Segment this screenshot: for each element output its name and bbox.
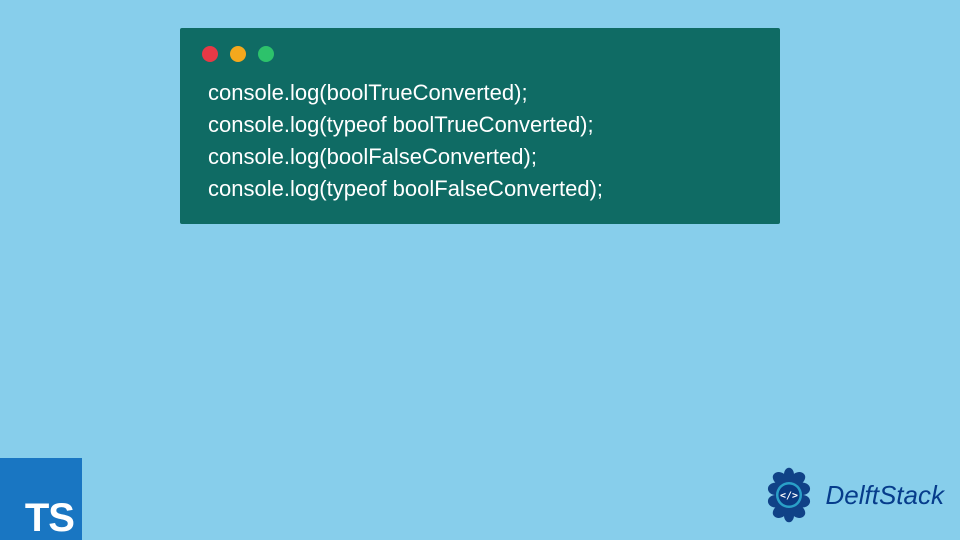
- code-window: console.log(boolTrueConverted); console.…: [180, 28, 780, 224]
- delftstack-logo-icon: </>: [758, 464, 820, 526]
- close-icon: [202, 46, 218, 62]
- typescript-badge: TS: [0, 458, 82, 540]
- code-glyph-icon: </>: [780, 491, 798, 502]
- brand-name: DelftStack: [826, 480, 945, 511]
- typescript-label: TS: [25, 498, 74, 538]
- code-line: console.log(boolFalseConverted);: [208, 144, 758, 170]
- delftstack-brand: </> DelftStack: [758, 464, 945, 526]
- code-line: console.log(typeof boolTrueConverted);: [208, 112, 758, 138]
- code-block: console.log(boolTrueConverted); console.…: [202, 80, 758, 202]
- minimize-icon: [230, 46, 246, 62]
- maximize-icon: [258, 46, 274, 62]
- traffic-lights: [202, 46, 758, 62]
- code-line: console.log(boolTrueConverted);: [208, 80, 758, 106]
- code-line: console.log(typeof boolFalseConverted);: [208, 176, 758, 202]
